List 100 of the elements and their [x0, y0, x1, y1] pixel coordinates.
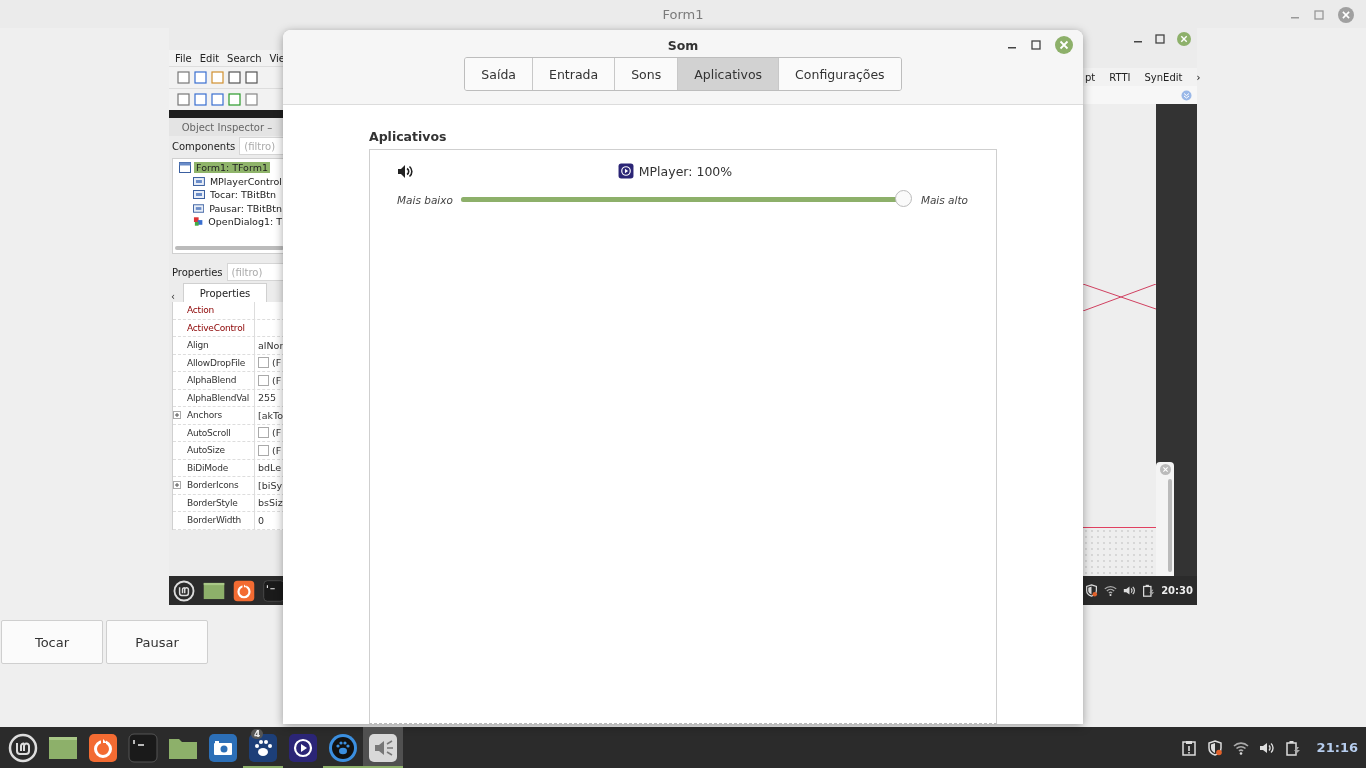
property-value: 255 [258, 392, 277, 404]
property-value: bdLe [258, 462, 282, 474]
property-name: AlphaBlendVal [185, 389, 255, 406]
maximize-icon[interactable] [1155, 34, 1165, 44]
shield-icon[interactable] [1206, 739, 1223, 756]
shield-icon[interactable] [1085, 584, 1099, 597]
high-label: Mais alto [920, 193, 968, 206]
mint-logo-icon[interactable] [173, 579, 195, 602]
property-name: Align [185, 337, 255, 354]
toolbar-icon[interactable] [194, 71, 207, 84]
wifi-icon[interactable] [1104, 584, 1118, 597]
form-icon [179, 162, 191, 174]
components-label: Components [172, 140, 236, 152]
property-value: 0 [258, 514, 265, 526]
clipboard-icon[interactable] [1180, 739, 1197, 756]
browser-icon[interactable] [233, 579, 255, 602]
battery-icon[interactable] [1142, 584, 1156, 597]
menu-scroll-button[interactable]: › [1196, 71, 1201, 83]
tree-item[interactable]: Tocar: TBitBtn [208, 189, 278, 201]
dialog-title: Som [667, 38, 699, 53]
tab[interactable]: Aplicativos [677, 58, 779, 90]
property-value: (F [272, 427, 282, 439]
toolbar-icon[interactable] [177, 71, 190, 84]
play-icon[interactable] [617, 163, 634, 179]
toolbar-icon[interactable] [211, 93, 224, 106]
tab[interactable]: Saída [465, 58, 532, 90]
toolbar-icon[interactable] [245, 71, 258, 84]
tab[interactable]: Configurações [778, 58, 901, 90]
tab[interactable]: Sons [614, 58, 678, 90]
property-name: ActiveControl [185, 319, 255, 336]
tree-item[interactable]: Pausar: TBitBtn [207, 202, 284, 214]
menu-item[interactable]: Search [227, 52, 262, 64]
button-component-icon [193, 202, 205, 214]
low-label: Mais baixo [397, 193, 453, 206]
terminal-icon[interactable] [263, 579, 285, 602]
property-value: (F [272, 357, 282, 369]
browser-icon[interactable] [88, 732, 118, 763]
checkbox[interactable] [258, 374, 269, 386]
window-title: Form1 [662, 6, 704, 22]
property-name: AllowDropFile [185, 354, 255, 371]
speaker-icon [397, 163, 414, 179]
tree-item[interactable]: MPlayerControl [207, 175, 284, 187]
clock: 21:16 [1316, 740, 1358, 755]
property-name: AutoScroll [185, 424, 255, 441]
form-button[interactable]: Pausar [106, 620, 208, 664]
battery-icon[interactable] [1284, 739, 1301, 756]
menu-item[interactable]: Edit [199, 52, 220, 64]
form-button[interactable]: Tocar [1, 620, 103, 664]
close-icon[interactable] [1338, 7, 1354, 23]
property-value: [biSy [258, 479, 283, 491]
property-name: Action [185, 302, 255, 319]
count-badge: 4 [251, 729, 264, 739]
tree-item[interactable]: OpenDialog1: T [206, 216, 284, 228]
app-name: MPlayer: 100% [638, 163, 733, 179]
terminal-icon[interactable] [128, 732, 158, 763]
camera-icon[interactable] [208, 732, 238, 763]
volume-icon[interactable] [1123, 584, 1137, 597]
expand-icon[interactable] [173, 481, 181, 490]
menu-item[interactable]: SynEdit [1144, 71, 1183, 83]
dialog-component-icon [193, 216, 204, 228]
property-value: [akTo [258, 409, 284, 421]
properties-tab[interactable]: Properties [183, 283, 267, 302]
play-icon[interactable] [288, 732, 318, 763]
checkbox[interactable] [258, 427, 269, 439]
toolbar-icon[interactable] [228, 71, 241, 84]
slider-thumb[interactable] [894, 190, 912, 207]
wifi-icon[interactable] [1232, 739, 1249, 756]
property-name: Anchors [185, 407, 255, 424]
menu-item[interactable]: File [175, 52, 192, 64]
property-value: bsSiz [258, 497, 283, 509]
paw-icon[interactable] [248, 732, 278, 763]
property-value: (F [272, 374, 282, 386]
expand-icon[interactable] [173, 411, 181, 420]
property-name: BorderIcons [185, 477, 255, 494]
property-name: BorderStyle [185, 494, 255, 511]
section-title: Aplicativos [369, 129, 448, 144]
speaker-icon[interactable] [368, 732, 398, 763]
toolbar-icon[interactable] [177, 93, 190, 106]
property-name: AlphaBlend [185, 372, 255, 389]
menu-item[interactable]: pt [1085, 71, 1096, 83]
mint-logo-icon[interactable] [8, 732, 38, 763]
property-value: (F [272, 444, 282, 456]
button-component-icon [193, 189, 205, 201]
toolbar-icon[interactable] [194, 93, 207, 106]
tab[interactable]: Entrada [532, 58, 615, 90]
tab-scroll-button[interactable]: ‹ [171, 291, 181, 302]
property-name: BorderWidth [185, 512, 255, 529]
button-component-icon [193, 175, 205, 187]
maximize-icon[interactable] [1031, 40, 1041, 50]
checkbox[interactable] [258, 444, 269, 456]
property-name: AutoSize [185, 442, 255, 459]
menu-item[interactable]: RTTI [1109, 71, 1131, 83]
panel-title: Object Inspector – [181, 121, 273, 133]
property-name: BiDiMode [185, 459, 255, 476]
clock: 20:30 [1161, 585, 1193, 596]
checkbox[interactable] [258, 357, 269, 369]
properties-label: Properties [172, 266, 223, 278]
volume-slider[interactable] [460, 190, 913, 209]
tree-item[interactable]: Form1: TForm1 [194, 162, 270, 174]
toolbar-icon[interactable] [228, 93, 241, 106]
